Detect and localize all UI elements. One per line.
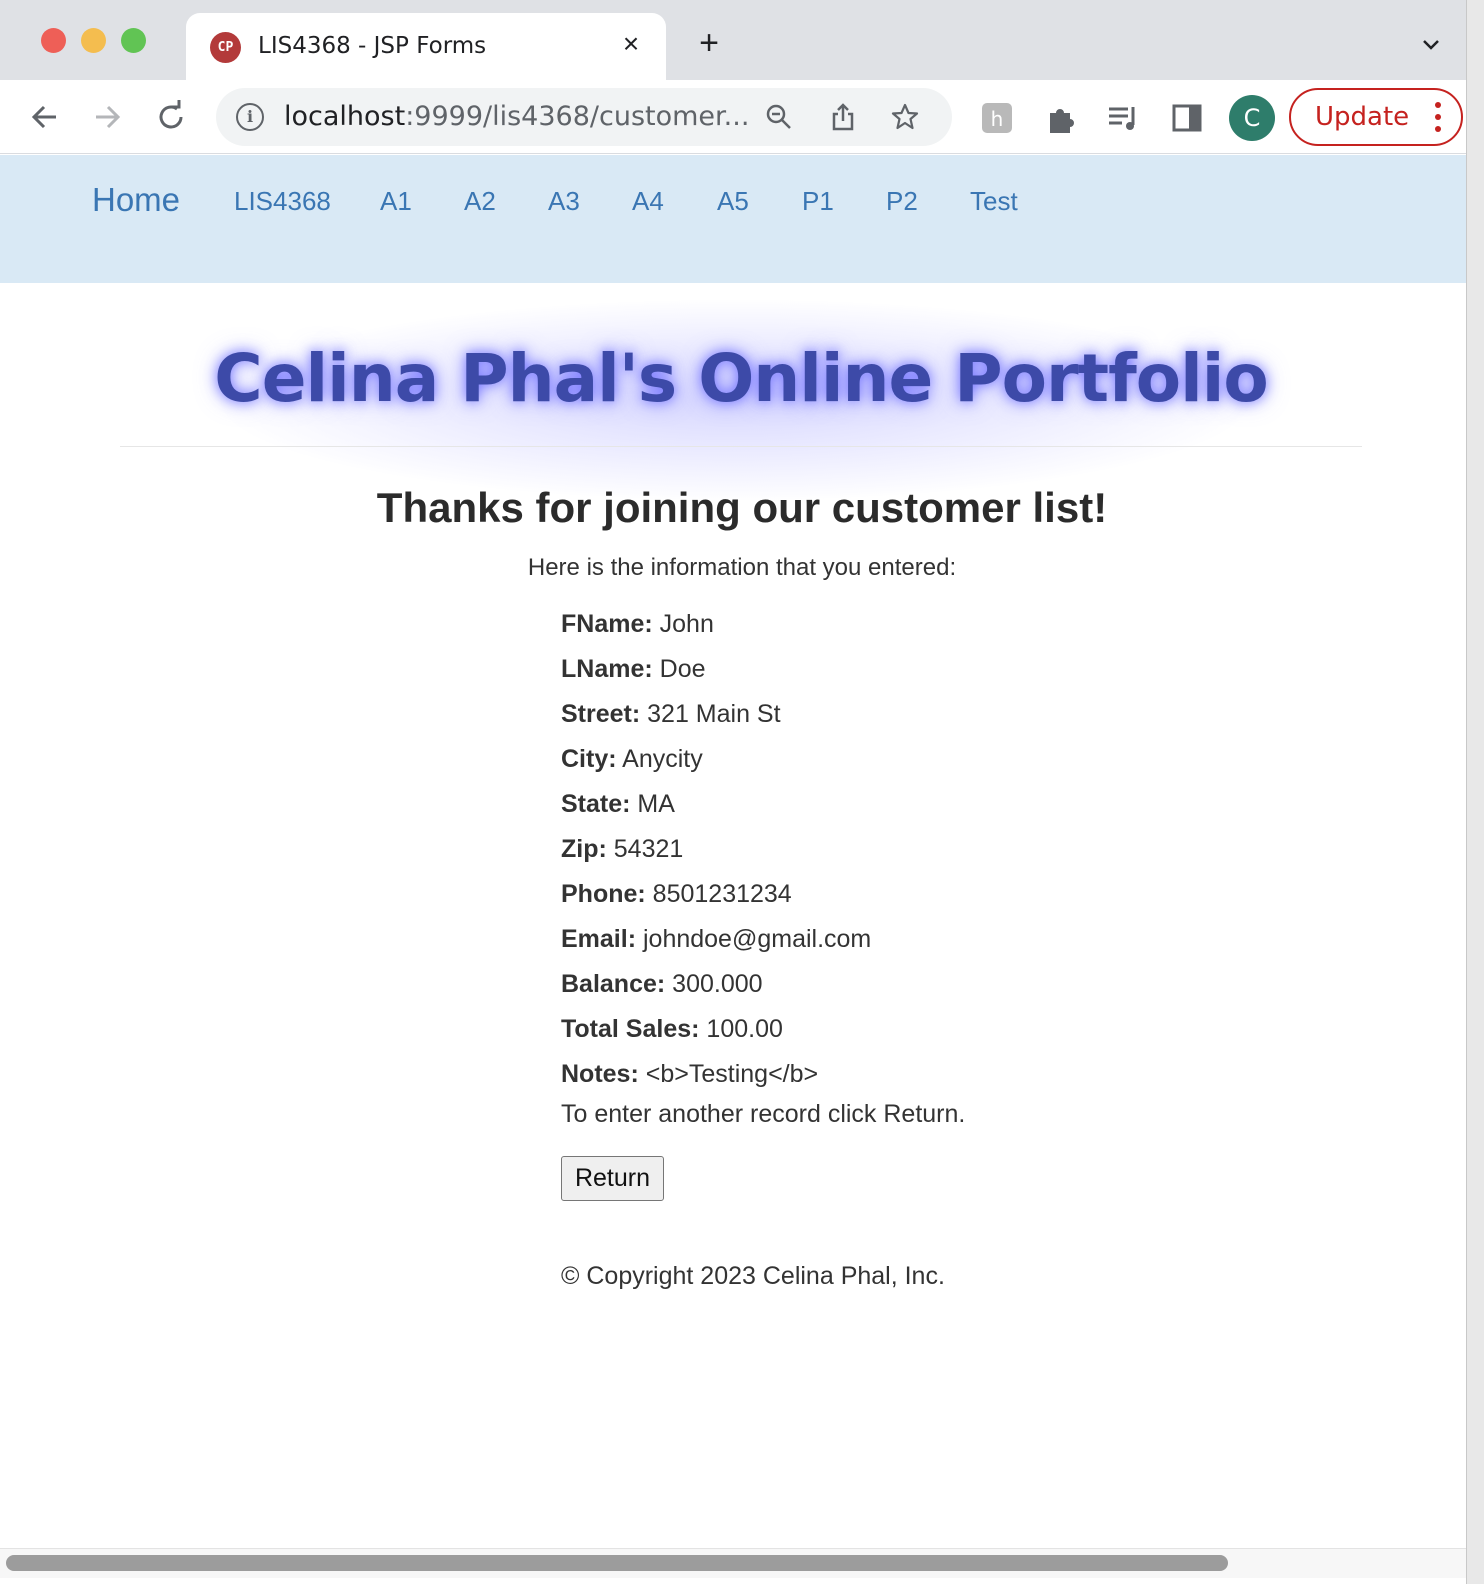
nav-link-test[interactable]: Test — [970, 186, 1018, 217]
field-phone: Phone: 8501231234 — [561, 876, 1261, 921]
reload-icon[interactable] — [152, 98, 190, 136]
field-city: City: Anycity — [561, 741, 1261, 786]
browser-toolbar: i localhost:9999/lis4368/customer... h C… — [0, 80, 1466, 154]
field-zip: Zip: 54321 — [561, 831, 1261, 876]
field-label: LName: — [561, 655, 653, 683]
nav-link-a3[interactable]: A3 — [548, 186, 580, 217]
more-menu-icon[interactable] — [1435, 102, 1441, 134]
customer-details: FName: John LName: Doe Street: 321 Main … — [561, 606, 1261, 1101]
field-value: 54321 — [613, 835, 684, 863]
field-value: 8501231234 — [652, 880, 792, 908]
field-label: Balance: — [561, 970, 666, 998]
nav-link-p1[interactable]: P1 — [802, 186, 834, 217]
field-lname: LName: Doe — [561, 651, 1261, 696]
forward-arrow-icon[interactable] — [88, 98, 126, 136]
extension-h-icon[interactable]: h — [980, 101, 1014, 135]
favicon-icon: CP — [210, 32, 241, 63]
nav-link-a4[interactable]: A4 — [632, 186, 664, 217]
field-label: City: — [561, 745, 617, 773]
page-heading: Thanks for joining our customer list! — [376, 484, 1108, 531]
url-path: :9999/lis4368/customer... — [405, 101, 750, 132]
field-value: MA — [637, 790, 675, 818]
minimize-window-button[interactable] — [81, 28, 106, 53]
field-balance: Balance: 300.000 — [561, 966, 1261, 1011]
field-label: State: — [561, 790, 631, 818]
media-controls-icon[interactable] — [1106, 101, 1140, 135]
field-label: Total Sales: — [561, 1015, 700, 1043]
field-label: Street: — [561, 700, 641, 728]
site-navbar: Home LIS4368 A1 A2 A3 A4 A5 P1 P2 Test — [0, 155, 1466, 283]
tab-strip: CP LIS4368 - JSP Forms × + — [0, 0, 1466, 80]
field-label: Notes: — [561, 1060, 639, 1088]
banner-title: Celina Phal's Online Portfolio — [214, 340, 1268, 417]
nav-home-link[interactable]: Home — [92, 181, 180, 219]
field-label: Zip: — [561, 835, 607, 863]
profile-avatar[interactable]: C — [1229, 95, 1275, 141]
close-window-button[interactable] — [41, 28, 66, 53]
close-tab-icon[interactable]: × — [616, 29, 646, 59]
update-label: Update — [1315, 102, 1410, 132]
field-value: johndoe@gmail.com — [642, 925, 872, 953]
field-notes: Notes: <b>Testing</b> — [561, 1056, 1261, 1101]
svg-text:h: h — [991, 107, 1004, 131]
intro-text: Here is the information that you entered… — [527, 554, 957, 581]
back-arrow-icon[interactable] — [26, 98, 64, 136]
nav-link-a5[interactable]: A5 — [717, 186, 749, 217]
horizontal-scrollbar-thumb[interactable] — [6, 1555, 1228, 1571]
field-value: Doe — [659, 655, 706, 683]
field-value: <b>Testing</b> — [645, 1060, 819, 1088]
return-instructions: To enter another record click Return. — [561, 1100, 966, 1128]
field-value: 100.00 — [706, 1015, 783, 1043]
nav-link-p2[interactable]: P2 — [886, 186, 918, 217]
return-button[interactable]: Return — [561, 1156, 664, 1201]
side-panel-icon[interactable] — [1170, 101, 1204, 135]
bookmark-star-icon[interactable] — [890, 102, 920, 132]
tab-search-chevron-icon[interactable] — [1420, 34, 1442, 56]
share-icon[interactable] — [828, 102, 858, 132]
field-value: 321 Main St — [647, 700, 781, 728]
url-text[interactable]: localhost:9999/lis4368/customer... — [284, 101, 749, 132]
zoom-icon[interactable] — [764, 102, 794, 132]
active-tab[interactable]: CP LIS4368 - JSP Forms × — [186, 13, 666, 80]
nav-link-a2[interactable]: A2 — [464, 186, 496, 217]
header-divider — [120, 446, 1362, 447]
field-street: Street: 321 Main St — [561, 696, 1261, 741]
update-button[interactable]: Update — [1289, 88, 1463, 146]
field-total-sales: Total Sales: 100.00 — [561, 1011, 1261, 1056]
field-state: State: MA — [561, 786, 1261, 831]
copyright-footer: © Copyright 2023 Celina Phal, Inc. — [561, 1262, 945, 1290]
field-label: Email: — [561, 925, 637, 953]
site-info-icon[interactable]: i — [236, 103, 264, 131]
field-value: John — [659, 610, 714, 638]
nav-link-a1[interactable]: A1 — [380, 186, 412, 217]
url-host: localhost — [284, 101, 406, 132]
nav-link-lis4368[interactable]: LIS4368 — [234, 186, 331, 217]
new-tab-button[interactable]: + — [694, 26, 724, 60]
maximize-window-button[interactable] — [121, 28, 146, 53]
portfolio-banner: Celina Phal's Online Portfolio — [120, 340, 1362, 417]
tab-title: LIS4368 - JSP Forms — [258, 33, 487, 59]
field-email: Email: johndoe@gmail.com — [561, 921, 1261, 966]
field-label: FName: — [561, 610, 653, 638]
field-value: Anycity — [622, 745, 703, 773]
address-bar[interactable]: i localhost:9999/lis4368/customer... — [216, 88, 952, 146]
extensions-puzzle-icon[interactable] — [1044, 101, 1078, 135]
field-fname: FName: John — [561, 606, 1261, 651]
field-value: 300.000 — [672, 970, 763, 998]
field-label: Phone: — [561, 880, 646, 908]
window-right-edge — [1466, 0, 1484, 1584]
